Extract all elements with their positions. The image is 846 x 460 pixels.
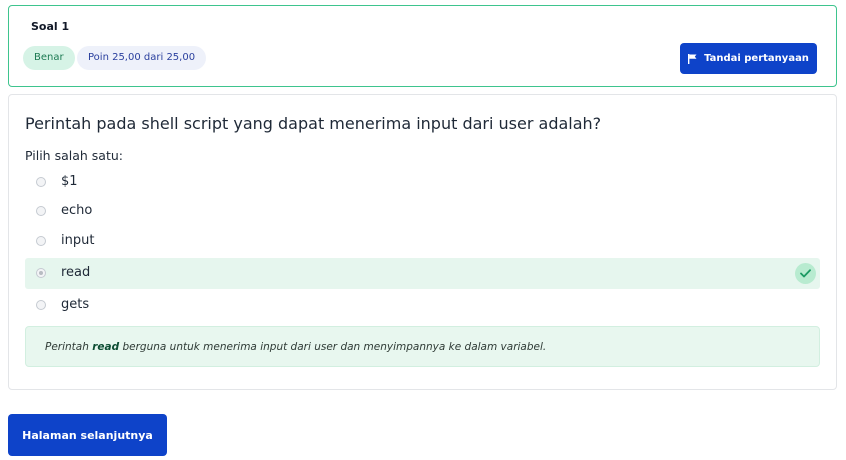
question-text: Perintah pada shell script yang dapat me… [25,114,602,133]
next-page-button[interactable]: Halaman selanjutnya [8,414,167,456]
question-number: Soal 1 [31,20,70,33]
choose-one-label: Pilih salah satu: [25,148,123,163]
option-label: $1 [61,174,78,189]
option-label: input [61,233,95,248]
feedback-keyword: read [92,340,120,353]
answer-option-1[interactable]: $1 [25,167,820,198]
feedback-suffix: berguna untuk menerima input dari user d… [119,340,547,353]
flag-button-label: Tandai pertanyaan [704,53,809,64]
question-card: Perintah pada shell script yang dapat me… [8,94,837,390]
feedback-text: Perintah read berguna untuk menerima inp… [45,341,546,353]
radio-button[interactable] [36,206,46,216]
flag-question-button[interactable]: Tandai pertanyaan [680,43,817,74]
option-label: gets [61,297,90,312]
answer-option-2[interactable]: echo [25,196,820,227]
radio-button[interactable] [36,236,46,246]
flag-icon [688,53,697,64]
feedback-box: Perintah read berguna untuk menerima inp… [25,326,820,367]
answer-option-3[interactable]: input [25,226,820,257]
points-badge: Poin 25,00 dari 25,00 [77,46,207,70]
answer-option-4[interactable]: read [25,258,820,289]
question-info-card: Soal 1 Benar Poin 25,00 dari 25,00 Tanda… [8,5,837,87]
radio-button-selected[interactable] [36,268,46,278]
option-label: echo [61,203,93,218]
radio-button[interactable] [36,300,46,310]
status-badge: Benar [23,46,75,70]
radio-button[interactable] [36,177,46,187]
feedback-prefix: Perintah [45,340,93,353]
check-icon [795,263,816,284]
answer-option-5[interactable]: gets [25,290,820,321]
option-label: read [61,265,91,280]
